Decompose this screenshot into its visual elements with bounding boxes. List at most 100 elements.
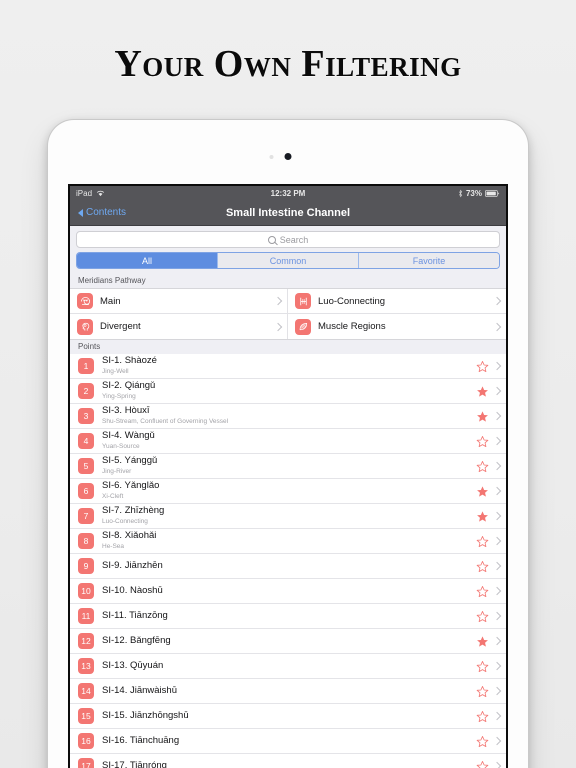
point-row[interactable]: 1 SI-1. Shàozé Jing-Well bbox=[70, 354, 506, 379]
pathway-item-luo-connecting[interactable]: Luo-Connecting bbox=[288, 289, 506, 314]
point-subtitle: Xi-Cleft bbox=[102, 492, 124, 500]
point-name: SI-8. Xiǎohǎi bbox=[102, 529, 157, 541]
point-subtitle: Luo-Connecting bbox=[102, 517, 148, 525]
segment-all[interactable]: All bbox=[77, 253, 217, 268]
point-number-badge: 4 bbox=[78, 433, 94, 449]
point-number-badge: 12 bbox=[78, 633, 94, 649]
star-outline-icon[interactable] bbox=[476, 735, 489, 748]
back-triangle-icon bbox=[78, 208, 83, 217]
point-number-badge: 17 bbox=[78, 758, 94, 768]
filter-segmented-control[interactable]: All Common Favorite bbox=[76, 252, 500, 269]
star-filled-icon[interactable] bbox=[476, 485, 489, 498]
star-filled-icon[interactable] bbox=[476, 635, 489, 648]
point-name: SI-16. Tiānchuāng bbox=[102, 734, 180, 746]
star-outline-icon[interactable] bbox=[476, 435, 489, 448]
point-name: SI-14. Jiānwàishū bbox=[102, 684, 177, 696]
point-row[interactable]: 7 SI-7. Zhīzhèng Luo-Connecting bbox=[70, 504, 506, 529]
chevron-right-icon bbox=[275, 297, 280, 305]
star-outline-icon[interactable] bbox=[476, 760, 489, 768]
point-number-badge: 8 bbox=[78, 533, 94, 549]
point-number-badge: 11 bbox=[78, 608, 94, 624]
chevron-right-icon bbox=[494, 387, 499, 395]
page-title: Your Own Filtering bbox=[114, 43, 462, 85]
meridian-luo-icon bbox=[295, 293, 311, 309]
point-number-badge: 14 bbox=[78, 683, 94, 699]
point-row[interactable]: 9 SI-9. Jiānzhēn bbox=[70, 554, 506, 579]
point-row[interactable]: 6 SI-6. Yǎnglǎo Xi-Cleft bbox=[70, 479, 506, 504]
chevron-right-icon bbox=[494, 612, 499, 620]
star-outline-icon[interactable] bbox=[476, 610, 489, 623]
point-name: SI-10. Nàoshū bbox=[102, 584, 163, 596]
star-outline-icon[interactable] bbox=[476, 360, 489, 373]
point-row[interactable]: 10 SI-10. Nàoshū bbox=[70, 579, 506, 604]
ipad-device-frame: iPad 12:32 PM 73% Contents Small Intesti… bbox=[48, 120, 528, 768]
point-name: SI-12. Bǎngfēng bbox=[102, 634, 171, 646]
point-text: SI-5. Yánggǔ Jing-River bbox=[102, 454, 158, 476]
point-text: SI-13. Qūyuán bbox=[102, 660, 163, 672]
star-outline-icon[interactable] bbox=[476, 560, 489, 573]
chevron-right-icon bbox=[494, 562, 499, 570]
star-outline-icon[interactable] bbox=[476, 535, 489, 548]
star-filled-icon[interactable] bbox=[476, 510, 489, 523]
point-text: SI-2. Qiángǔ Ying-Spring bbox=[102, 380, 155, 401]
point-text: SI-6. Yǎnglǎo Xi-Cleft bbox=[102, 480, 159, 501]
point-number-badge: 15 bbox=[78, 708, 94, 724]
point-text: SI-17. Tiānróng bbox=[102, 759, 167, 768]
battery-icon bbox=[485, 189, 500, 197]
point-text: SI-16. Tiānchuāng bbox=[102, 734, 180, 747]
point-row[interactable]: 11 SI-11. Tiānzōng bbox=[70, 604, 506, 629]
points-list: 1 SI-1. Shàozé Jing-Well 2 SI-2. Qiángǔ Ying-… bbox=[70, 354, 506, 768]
point-number-badge: 10 bbox=[78, 583, 94, 599]
chevron-right-icon bbox=[494, 512, 499, 520]
point-row[interactable]: 16 SI-16. Tiānchuāng bbox=[70, 729, 506, 754]
point-number-badge: 3 bbox=[78, 408, 94, 424]
chevron-right-icon bbox=[494, 537, 499, 545]
promo-page: Your Own Filtering iPad 12:32 PM 73% Con… bbox=[0, 0, 576, 768]
point-row[interactable]: 12 SI-12. Bǎngfēng bbox=[70, 629, 506, 654]
status-bar: iPad 12:32 PM 73% bbox=[70, 186, 506, 200]
chevron-right-icon bbox=[494, 412, 499, 420]
segment-common[interactable]: Common bbox=[217, 253, 358, 268]
point-row[interactable]: 2 SI-2. Qiángǔ Ying-Spring bbox=[70, 379, 506, 404]
ipad-screen: iPad 12:32 PM 73% Contents Small Intesti… bbox=[68, 184, 508, 768]
point-row[interactable]: 17 SI-17. Tiānróng bbox=[70, 754, 506, 768]
point-name: SI-15. Jiānzhōngshū bbox=[102, 709, 189, 721]
point-subtitle: Jing-River bbox=[102, 467, 132, 475]
chevron-right-icon bbox=[494, 437, 499, 445]
search-icon bbox=[267, 235, 276, 244]
point-name: SI-5. Yánggǔ bbox=[102, 454, 158, 466]
search-input[interactable]: Search bbox=[76, 231, 500, 248]
star-outline-icon[interactable] bbox=[476, 685, 489, 698]
star-outline-icon[interactable] bbox=[476, 710, 489, 723]
point-number-badge: 9 bbox=[78, 558, 94, 574]
point-row[interactable]: 4 SI-4. Wàngǔ Yuan-Source bbox=[70, 429, 506, 454]
front-camera-icon bbox=[269, 153, 292, 160]
chevron-right-icon bbox=[494, 737, 499, 745]
pathway-item-main[interactable]: Main bbox=[70, 289, 288, 314]
back-button-label: Contents bbox=[86, 207, 127, 218]
chevron-right-icon bbox=[494, 487, 499, 495]
point-row[interactable]: 5 SI-5. Yánggǔ Jing-River bbox=[70, 454, 506, 479]
point-text: SI-4. Wàngǔ Yuan-Source bbox=[102, 430, 155, 451]
point-text: SI-14. Jiānwàishū bbox=[102, 684, 177, 697]
star-filled-icon[interactable] bbox=[476, 385, 489, 398]
point-row[interactable]: 8 SI-8. Xiǎohǎi He-Sea bbox=[70, 529, 506, 554]
star-outline-icon[interactable] bbox=[476, 660, 489, 673]
meridian-muscle-icon bbox=[295, 318, 311, 335]
star-filled-icon[interactable] bbox=[476, 410, 489, 423]
segment-favorite[interactable]: Favorite bbox=[358, 253, 499, 268]
point-row[interactable]: 14 SI-14. Jiānwàishū bbox=[70, 679, 506, 704]
point-name: SI-17. Tiānróng bbox=[102, 759, 167, 768]
point-text: SI-11. Tiānzōng bbox=[102, 610, 168, 622]
point-row[interactable]: 3 SI-3. Hòuxī Shu-Stream, Confluent of Gov… bbox=[70, 404, 506, 429]
pathway-item-divergent[interactable]: Divergent bbox=[70, 314, 288, 339]
point-row[interactable]: 13 SI-13. Qūyuán bbox=[70, 654, 506, 679]
back-button[interactable]: Contents bbox=[70, 207, 126, 218]
pathway-item-muscle-regions[interactable]: Muscle Regions bbox=[288, 314, 506, 339]
star-outline-icon[interactable] bbox=[476, 585, 489, 598]
point-text: SI-7. Zhīzhèng Luo-Connecting bbox=[102, 505, 164, 526]
point-row[interactable]: 15 SI-15. Jiānzhōngshū bbox=[70, 704, 506, 729]
star-outline-icon[interactable] bbox=[476, 460, 489, 473]
point-subtitle: Ying-Spring bbox=[102, 392, 136, 400]
chevron-right-icon bbox=[494, 637, 499, 645]
